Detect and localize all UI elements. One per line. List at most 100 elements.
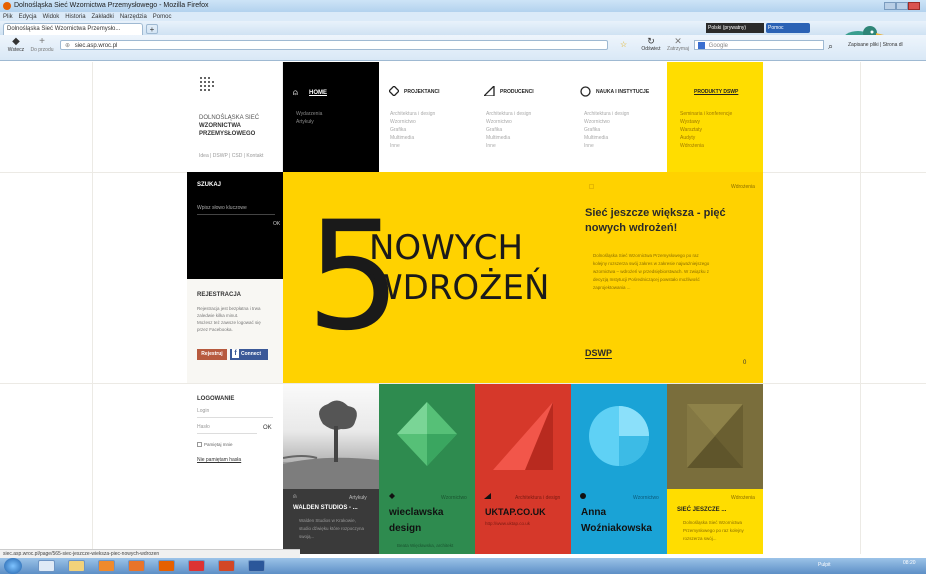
register-button[interactable]: Rejestruj: [197, 349, 227, 360]
bookmarks-toolbar-link[interactable]: Zapisane pliki | Strona dl: [848, 42, 926, 48]
logo-line: WZORNICTWA: [199, 123, 241, 129]
nav-subitem[interactable]: Wzornictwo: [390, 118, 435, 126]
tile-image-wieclawska[interactable]: [379, 384, 475, 489]
nav-producers[interactable]: PRODUCENCI Architektura i design Wzornic…: [475, 62, 571, 172]
tile-image-walden[interactable]: [283, 384, 379, 489]
menu-tools[interactable]: Narzędzia: [120, 14, 147, 20]
search-keyword-input[interactable]: Wpisz słowo kluczowe: [197, 205, 275, 215]
nav-subitem[interactable]: Wzornictwo: [584, 118, 629, 126]
url-bar[interactable]: ⊕ siec.asp.wroc.pl: [60, 40, 608, 50]
tile-category[interactable]: Architektura i design: [515, 495, 560, 501]
start-button[interactable]: [4, 558, 22, 574]
tile-caption-walden[interactable]: ⍝ Artykuły WALDEN STUDIOS - ... Walden S…: [283, 489, 379, 554]
search-ok-button[interactable]: OK: [273, 221, 280, 227]
tile-image-siec[interactable]: [667, 384, 763, 489]
password-input[interactable]: Hasło: [197, 424, 257, 434]
facebook-connect-button[interactable]: f Connect: [230, 349, 268, 360]
tile-title[interactable]: SIEĆ JESZCZE ...: [677, 507, 726, 513]
tile-category[interactable]: Wzornictwo: [633, 495, 659, 501]
nav-subitem[interactable]: Grafika: [584, 126, 629, 134]
nav-subitem[interactable]: Inne: [486, 142, 531, 150]
nav-subitem[interactable]: Grafika: [486, 126, 531, 134]
nav-subitem[interactable]: Audyty: [680, 134, 732, 142]
desktop-label[interactable]: Pulpit: [818, 562, 831, 568]
stop-button[interactable]: ✕ Zatrzymaj: [665, 37, 691, 53]
tile-category[interactable]: Artykuły: [349, 495, 367, 501]
nav-subitem[interactable]: Wystawy: [680, 118, 732, 126]
nav-subitem[interactable]: Warsztaty: [680, 126, 732, 134]
nav-subitem[interactable]: Inne: [584, 142, 629, 150]
nav-subitem[interactable]: Inne: [390, 142, 435, 150]
tab-active[interactable]: Dolnośląska Sieć Wzornictwa Przemysło...: [3, 23, 143, 35]
tile-caption-wozniakowska[interactable]: Wzornictwo Anna Woźniakowska: [571, 489, 667, 554]
register-text: Rejestracja jest bezpłatna i trwa zaledw…: [197, 305, 261, 333]
nav-subitem[interactable]: Multimedia: [390, 134, 435, 142]
logo-text[interactable]: DOLNOŚLĄSKA SIEĆ WZORNICTWA PRZEMYSŁOWEG…: [199, 114, 259, 138]
nav-subitem[interactable]: Architektura i design: [486, 110, 531, 118]
hero-headline[interactable]: Sieć jeszcze większa - pięć nowych wdroż…: [585, 206, 755, 236]
nav-subitem[interactable]: Wzornictwo: [486, 118, 531, 126]
tile-caption-uktap[interactable]: Architektura i design UKTAP.CO.UK http:/…: [475, 489, 571, 554]
nav-subitem[interactable]: Grafika: [390, 126, 435, 134]
clock[interactable]: 08:20: [903, 560, 916, 566]
menu-help[interactable]: Pomoc: [153, 14, 172, 20]
app-icon[interactable]: [188, 560, 205, 572]
firefox-taskbar-icon[interactable]: [158, 560, 175, 572]
remember-checkbox[interactable]: [197, 442, 202, 448]
nav-subitem[interactable]: Seminaria i konferencje: [680, 110, 732, 118]
tile-title[interactable]: Anna Woźniakowska: [581, 505, 661, 537]
nav-home[interactable]: ⍝ HOME Wydarzenia Artykuły: [283, 62, 379, 172]
menu-bookmarks[interactable]: Zakładki: [92, 14, 114, 20]
menu-view[interactable]: Widok: [43, 14, 60, 20]
tile-caption-wieclawska[interactable]: Wzornictwo wieclawska design Beata Więcł…: [379, 489, 475, 554]
menu-edit[interactable]: Edycja: [19, 14, 37, 20]
media-player-icon[interactable]: [98, 560, 115, 572]
menu-history[interactable]: Historia: [65, 14, 85, 20]
tile-title[interactable]: UKTAP.CO.UK: [485, 507, 546, 517]
login-ok-button[interactable]: OK: [263, 425, 272, 431]
menu-file[interactable]: Plik: [3, 14, 13, 20]
tile-title[interactable]: WALDEN STUDIOS - ...: [293, 505, 358, 511]
forgot-password-link[interactable]: Nie pamiętam hasła: [197, 457, 241, 463]
nav-science[interactable]: NAUKA I INSTYTUCJE Architektura i design…: [571, 62, 667, 172]
minimize-button[interactable]: [884, 2, 896, 10]
nav-subitem[interactable]: Architektura i design: [390, 110, 435, 118]
close-button[interactable]: [908, 2, 920, 10]
search-magnifier-icon[interactable]: ⌕: [828, 41, 833, 52]
tile-caption-siec[interactable]: Wdrożenia SIEĆ JESZCZE ... Dolnośląska S…: [667, 489, 763, 554]
forward-button[interactable]: + Do przodu: [28, 37, 56, 54]
powerpoint-icon[interactable]: [218, 560, 235, 572]
hero-tag[interactable]: DSWP: [585, 348, 612, 359]
nav-subitem[interactable]: Multimedia: [584, 134, 629, 142]
logo-dots-icon[interactable]: [199, 76, 215, 92]
nav-subitem[interactable]: Artykuły: [296, 118, 322, 126]
maximize-button[interactable]: [896, 2, 908, 10]
new-tab-button[interactable]: +: [146, 24, 158, 34]
reload-button[interactable]: ↻ Odśwież: [640, 37, 662, 53]
login-input[interactable]: Login: [197, 408, 273, 418]
help-button[interactable]: Pomoc: [766, 23, 810, 33]
nav-subitem[interactable]: Wdrożenia: [680, 142, 732, 150]
tile-category[interactable]: Wzornictwo: [441, 495, 467, 501]
hero-category[interactable]: Wdrożenia: [731, 184, 755, 190]
search-box[interactable]: Google: [694, 40, 824, 50]
tile-category[interactable]: Wdrożenia: [731, 495, 755, 501]
explorer-icon[interactable]: [68, 560, 85, 572]
tile-image-uktap[interactable]: [475, 384, 571, 489]
back-button[interactable]: ◆ Wstecz: [4, 37, 28, 54]
nav-products[interactable]: PRODUKTY DSWP Seminaria i konferencje Wy…: [667, 62, 763, 172]
ie-icon[interactable]: [38, 560, 55, 572]
logo-links[interactable]: Idea | DSWP | CSD | Kontakt: [199, 153, 263, 159]
tile-title[interactable]: wieclawska design: [389, 505, 469, 537]
tile-image-wozniakowska[interactable]: [571, 384, 667, 489]
nav-designers[interactable]: PROJEKTANCI Architektura i design Wzorni…: [379, 62, 475, 172]
hero-banner[interactable]: 5 NOWYCH WDROŻEŃ Wdrożenia Sieć jeszcze …: [283, 172, 763, 383]
nav-subitem[interactable]: Multimedia: [486, 134, 531, 142]
remember-me[interactable]: Pamiętaj mnie: [197, 442, 233, 448]
nav-subitem[interactable]: Wydarzenia: [296, 110, 322, 118]
profile-button[interactable]: Polski (prywatny): [706, 23, 764, 33]
bookmark-star-icon[interactable]: ☆: [620, 40, 627, 49]
word-icon[interactable]: [248, 560, 265, 572]
nav-subitem[interactable]: Architektura i design: [584, 110, 629, 118]
office-icon[interactable]: [128, 560, 145, 572]
